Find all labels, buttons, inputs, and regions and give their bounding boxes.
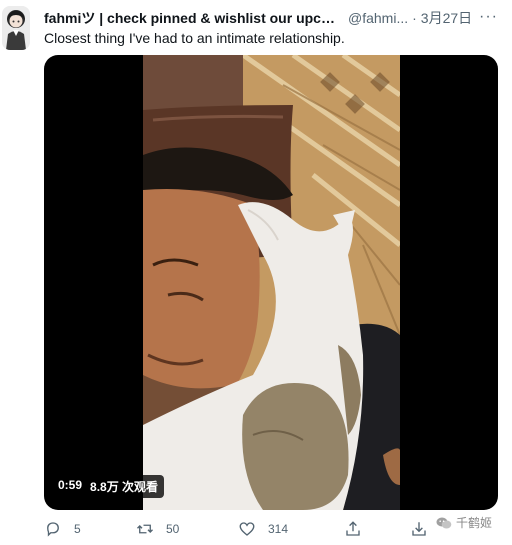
watermark-label: 千鹤姬 [456, 516, 493, 530]
display-name[interactable]: fahmiツ | check pinned & wishlist our upc… [44, 8, 342, 28]
video-thumbnail [143, 55, 400, 510]
separator-dot: · [412, 10, 417, 26]
share-button[interactable] [344, 520, 374, 538]
video-stats-badge: 0:59 8.8万 次观看 [52, 475, 165, 498]
video-frame[interactable] [143, 55, 400, 510]
retweet-button[interactable]: 50 [136, 520, 179, 538]
avatar[interactable] [2, 6, 30, 50]
reply-button[interactable]: 5 [44, 520, 81, 538]
reply-icon [47, 522, 59, 537]
retweet-icon [137, 524, 153, 534]
retweet-count: 50 [166, 522, 180, 536]
tweet-card: fahmiツ | check pinned & wishlist our upc… [0, 0, 512, 545]
share-icon [346, 521, 360, 536]
download-icon [412, 522, 426, 536]
timestamp[interactable]: 3月27日 [421, 8, 472, 28]
video-views: 8.8万 次观看 [90, 480, 159, 494]
avatar-illustration [2, 6, 30, 50]
more-options-icon[interactable]: ··· [479, 8, 498, 26]
video-player[interactable]: 0:59 8.8万 次观看 [44, 55, 498, 510]
user-handle[interactable]: @fahmi... [348, 10, 408, 26]
action-bar: 5 50 314 [44, 520, 504, 542]
heart-icon [239, 522, 255, 536]
like-count: 314 [268, 522, 289, 536]
tweet-text: Closest thing I've had to an intimate re… [44, 30, 345, 46]
video-duration: 0:59 [58, 478, 83, 492]
tweet-header: fahmiツ | check pinned & wishlist our upc… [44, 8, 504, 28]
wechat-icon [436, 517, 452, 528]
watermark: 千鹤姬 [436, 514, 492, 531]
reply-count: 5 [74, 522, 81, 536]
like-button[interactable]: 314 [238, 520, 288, 538]
